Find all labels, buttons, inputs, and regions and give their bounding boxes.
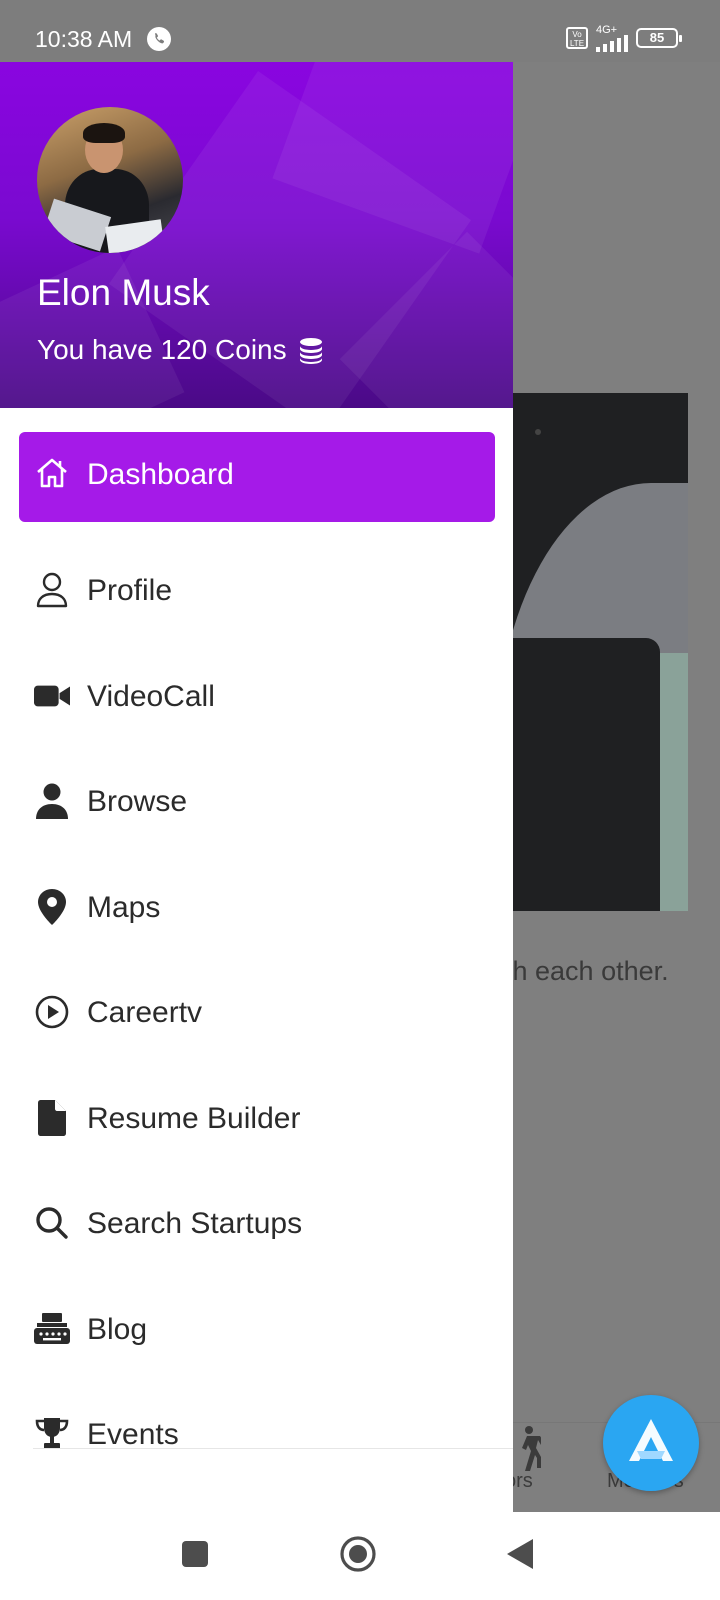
- map-pin-icon: [34, 888, 70, 925]
- signal-icon: 4G+: [596, 23, 628, 52]
- battery-percent: 85: [649, 30, 665, 45]
- menu-label-videocall: VideoCall: [87, 679, 215, 713]
- menu-item-browse[interactable]: Browse: [0, 749, 513, 855]
- navigation-drawer: Elon Musk You have 120 Coins Dashboard P…: [0, 62, 513, 1512]
- menu-item-dashboard[interactable]: Dashboard: [0, 408, 513, 538]
- menu-item-blog[interactable]: Blog: [0, 1277, 513, 1383]
- drawer-menu: Dashboard Profile VideoCall Browse Maps …: [0, 408, 513, 1488]
- coins-text: You have 120 Coins: [37, 334, 287, 365]
- back-triangle-icon[interactable]: [506, 1538, 534, 1570]
- user-name: Elon Musk: [37, 272, 210, 313]
- menu-label-dashboard: Dashboard: [87, 458, 234, 491]
- menu-label-browse: Browse: [87, 785, 188, 818]
- play-circle-icon: [34, 994, 70, 1030]
- background-partial-text: th each other.: [505, 956, 669, 986]
- drawer-header: Elon Musk You have 120 Coins: [0, 62, 513, 408]
- status-right-icons: Vo LTE 4G+ 85: [566, 23, 682, 52]
- coins-stack-icon: [299, 338, 322, 364]
- home-circle-icon[interactable]: [339, 1535, 377, 1573]
- battery-icon: 85: [636, 28, 682, 48]
- drawer-divider: [33, 1448, 513, 1449]
- menu-item-videocall[interactable]: VideoCall: [0, 644, 513, 750]
- coins-line: You have 120 Coins: [37, 334, 325, 366]
- menu-item-careertv[interactable]: Careertv: [0, 960, 513, 1066]
- home-icon: [34, 455, 70, 491]
- network-type: 4G+: [596, 23, 618, 36]
- menu-item-resume-builder[interactable]: Resume Builder: [0, 1066, 513, 1172]
- menu-label-profile: Profile: [87, 574, 173, 607]
- user-outline-icon: [34, 572, 70, 608]
- avatar[interactable]: [37, 107, 183, 253]
- menu-item-events[interactable]: Events: [0, 1382, 513, 1488]
- menu-label-maps: Maps: [87, 890, 161, 924]
- menu-label-events: Events: [87, 1418, 179, 1451]
- recents-square-icon[interactable]: [181, 1540, 209, 1568]
- status-time: 10:38 AM: [35, 26, 133, 52]
- background-illustration: [505, 393, 688, 911]
- status-bar: 10:38 AM Vo LTE 4G+ 85: [0, 0, 720, 62]
- typewriter-icon: [34, 1311, 70, 1347]
- menu-item-maps[interactable]: Maps: [0, 855, 513, 961]
- trophy-icon: [34, 1416, 70, 1452]
- mentors-walk-icon: [522, 1426, 541, 1471]
- menu-label-careertv: Careertv: [87, 996, 203, 1029]
- file-icon: [34, 1099, 70, 1136]
- search-icon: [34, 1205, 70, 1241]
- user-solid-icon: [34, 783, 70, 819]
- menu-label-search-startups: Search Startups: [87, 1207, 303, 1240]
- system-nav-bar: [0, 1512, 720, 1600]
- call-icon: [147, 27, 171, 51]
- app-logo-icon: [629, 1419, 673, 1461]
- app-logo-fab[interactable]: [603, 1395, 699, 1491]
- menu-item-profile[interactable]: Profile: [0, 538, 513, 644]
- menu-label-blog: Blog: [87, 1312, 148, 1346]
- menu-item-search-startups[interactable]: Search Startups: [0, 1171, 513, 1277]
- video-camera-icon: [34, 678, 70, 714]
- volte-icon: Vo LTE: [566, 27, 588, 49]
- menu-label-resume-builder: Resume Builder: [87, 1101, 301, 1135]
